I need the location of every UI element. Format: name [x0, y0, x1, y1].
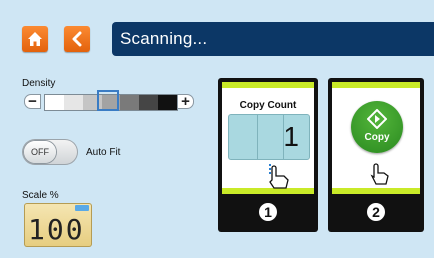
- step-card-copy-count: Copy Count 1 1: [218, 78, 318, 232]
- step-card-copy: Copy 2: [328, 78, 424, 232]
- density-level[interactable]: [63, 95, 83, 110]
- plus-icon: +: [181, 93, 190, 110]
- tap-hand-icon: [370, 163, 389, 185]
- density-label: Density: [22, 78, 56, 89]
- density-level[interactable]: [158, 95, 178, 110]
- scale-value: 100: [28, 213, 85, 246]
- scale-label: Scale %: [22, 190, 59, 201]
- minus-icon: −: [28, 93, 37, 110]
- back-chevron-icon: [72, 31, 82, 47]
- home-icon: [28, 32, 42, 46]
- divider: [257, 115, 258, 159]
- copy-panel: Copy: [332, 82, 420, 194]
- density-decrease-button[interactable]: −: [24, 94, 41, 109]
- density-level[interactable]: [120, 95, 140, 110]
- auto-fit-toggle[interactable]: OFF: [22, 139, 78, 165]
- copy-count-title: Copy Count: [239, 100, 297, 111]
- home-button[interactable]: [22, 26, 48, 52]
- density-selected-indicator: [97, 90, 119, 111]
- copy-button[interactable]: Copy: [351, 101, 403, 153]
- keypad-icon: [75, 205, 89, 211]
- density-level[interactable]: [45, 95, 64, 110]
- copy-button-label: Copy: [364, 132, 390, 143]
- copy-count-value: 1: [283, 121, 299, 152]
- copy-count-panel: Copy Count 1: [222, 82, 314, 194]
- scale-input[interactable]: 100: [24, 203, 92, 247]
- page-title: Scanning...: [120, 29, 208, 48]
- start-diamond-icon: [367, 109, 387, 129]
- back-button[interactable]: [64, 26, 90, 52]
- density-level[interactable]: [139, 95, 159, 110]
- density-increase-button[interactable]: +: [177, 94, 194, 109]
- copy-count-field[interactable]: 1: [228, 114, 310, 160]
- tap-hand-icon: [269, 164, 289, 189]
- step-number-badge: 2: [365, 201, 387, 223]
- auto-fit-label: Auto Fit: [86, 147, 121, 158]
- toggle-state: OFF: [24, 141, 56, 163]
- title-bar: Scanning...: [112, 22, 434, 56]
- step-number-badge: 1: [257, 201, 279, 223]
